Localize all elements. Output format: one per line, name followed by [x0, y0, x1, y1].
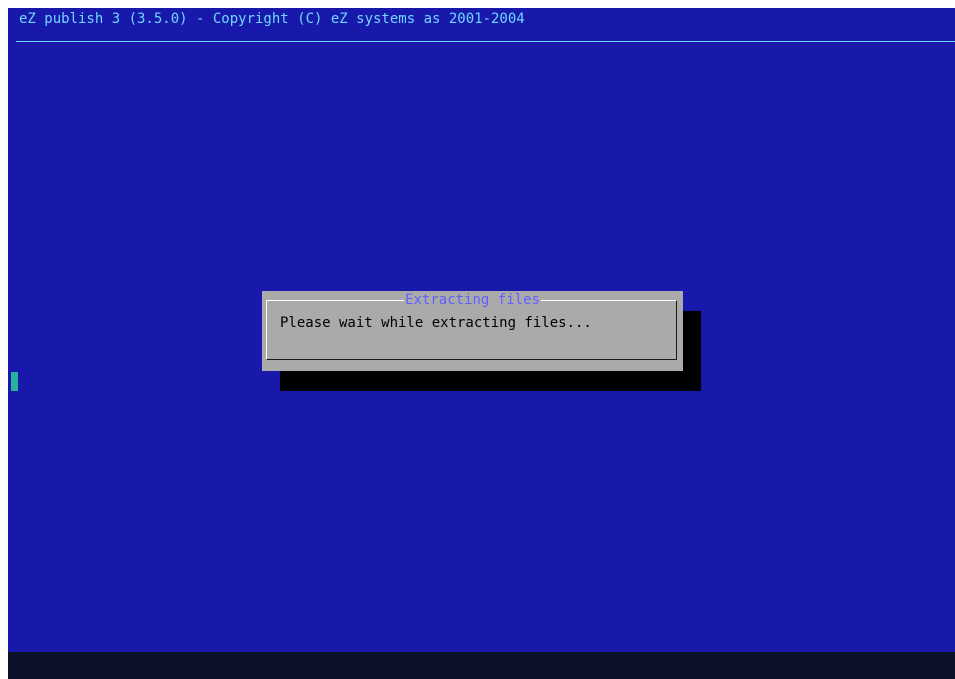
bottom-bar: [8, 652, 955, 679]
terminal-screen: eZ publish 3 (3.5.0) - Copyright (C) eZ …: [8, 8, 955, 652]
backtitle-divider: [16, 41, 955, 42]
text-cursor: [11, 372, 18, 391]
backtitle: eZ publish 3 (3.5.0) - Copyright (C) eZ …: [19, 11, 525, 27]
dialog-message: Please wait while extracting files...: [280, 315, 592, 331]
dialog-title: Extracting files: [404, 292, 541, 308]
dialog-title-row: Extracting files: [262, 291, 683, 309]
extracting-files-dialog: Extracting files Please wait while extra…: [262, 291, 683, 371]
